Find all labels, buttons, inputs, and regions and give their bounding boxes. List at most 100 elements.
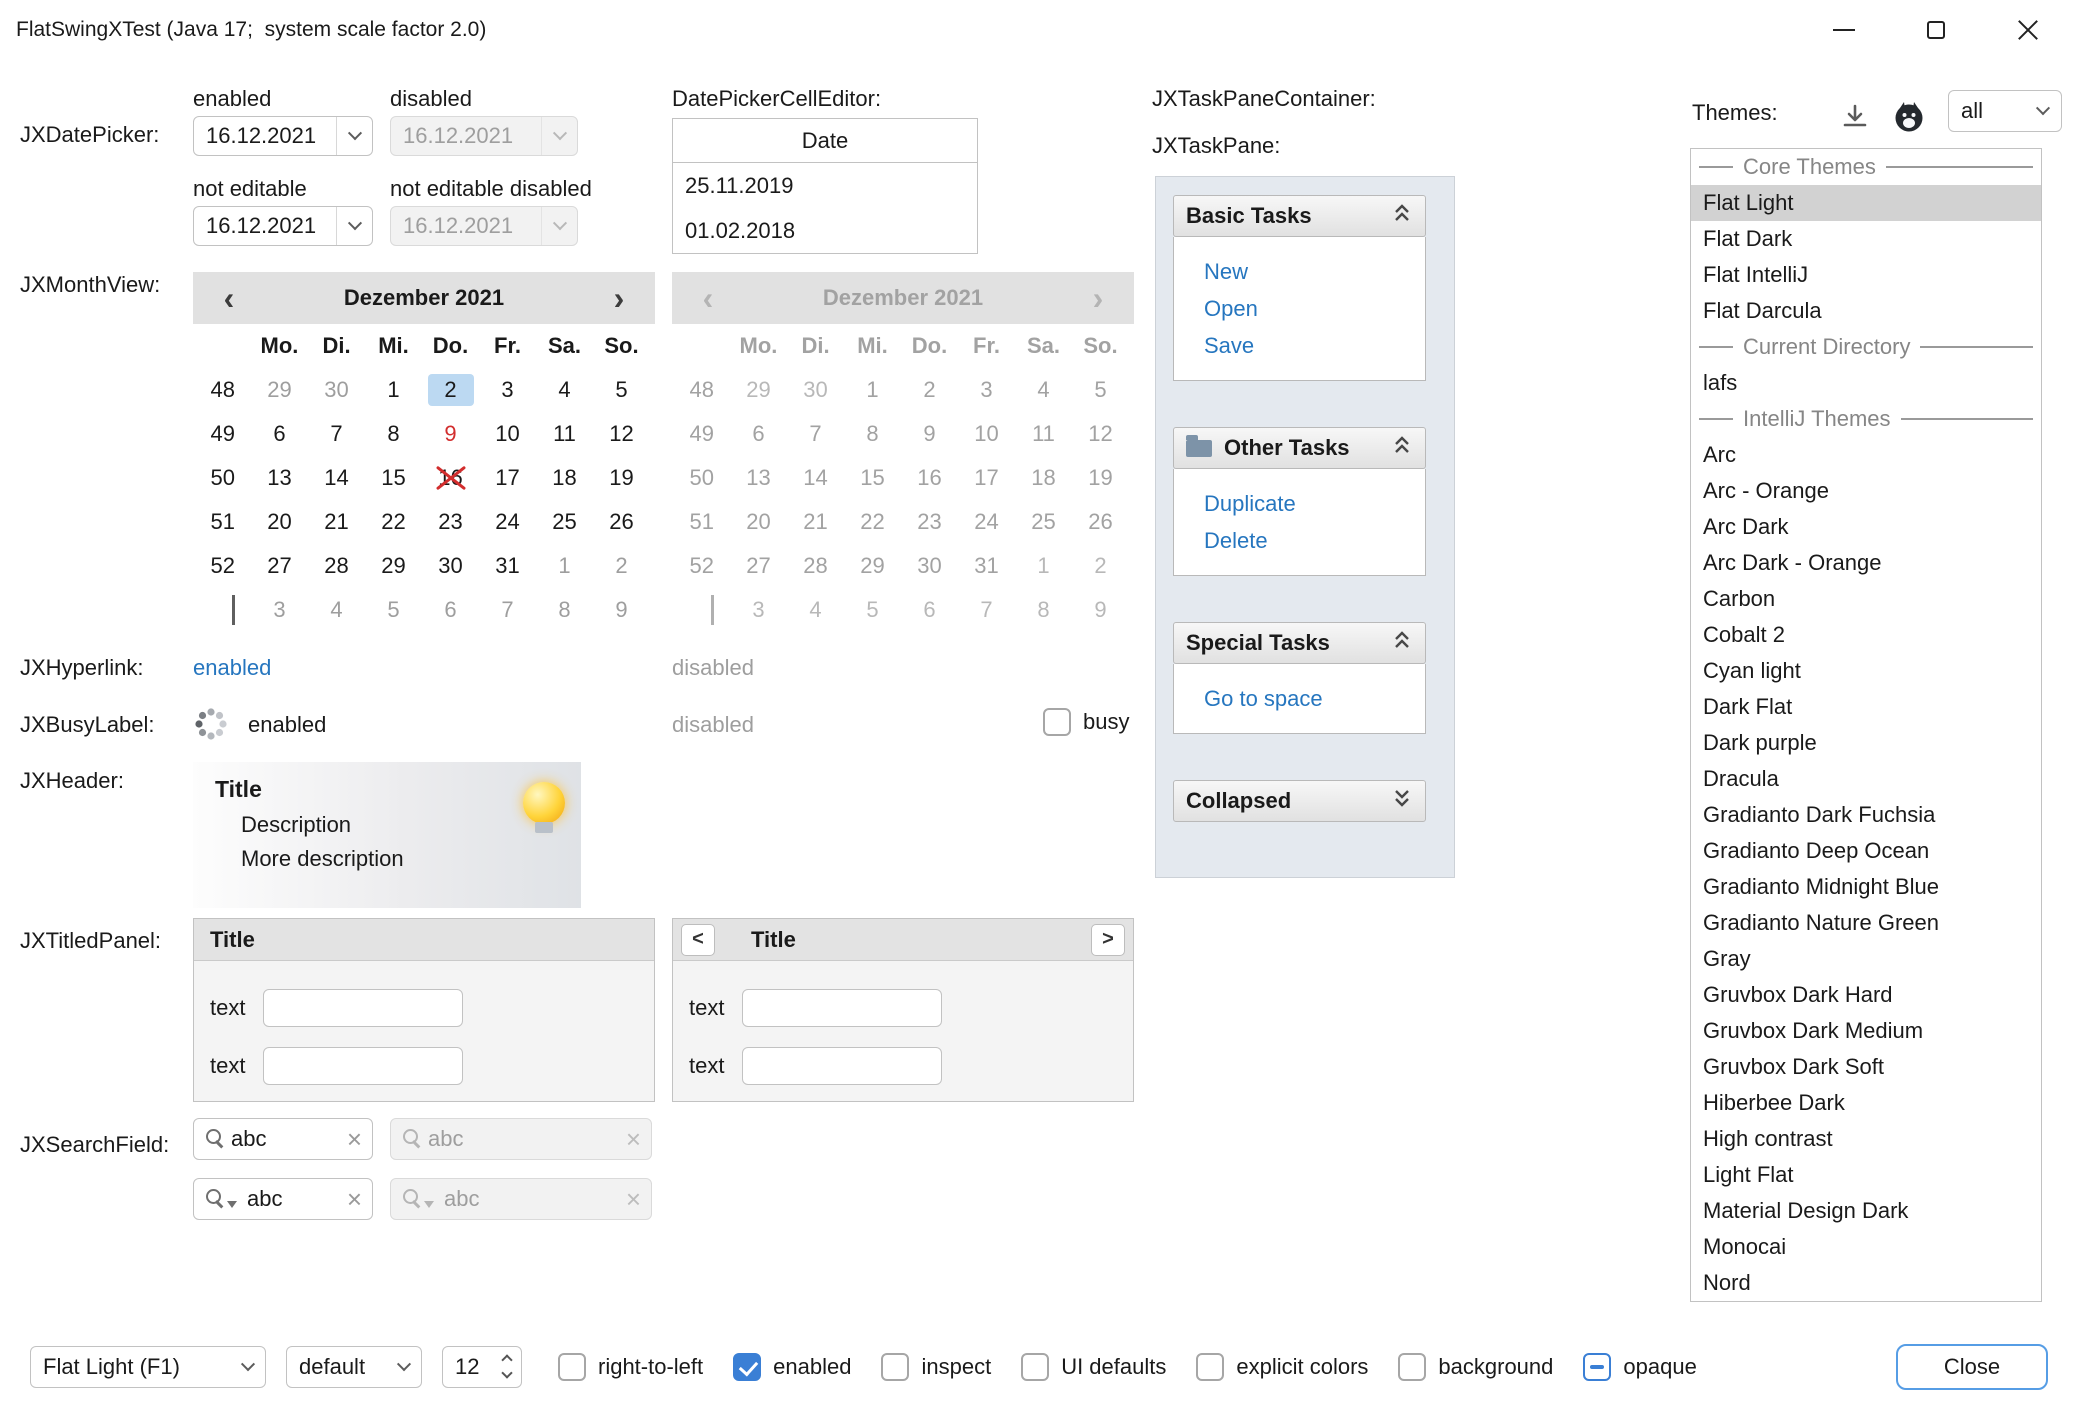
text-input[interactable] — [263, 989, 463, 1027]
download-button[interactable] — [1836, 98, 1874, 136]
calendar-day[interactable]: 21 — [308, 500, 365, 544]
calendar-day[interactable]: 28 — [308, 544, 365, 588]
titledpanel-left-button[interactable]: < — [681, 924, 715, 956]
calendar-day[interactable]: 9 — [593, 588, 650, 632]
calendar-day[interactable]: 5 — [365, 588, 422, 632]
calendar-day[interactable]: 29 — [251, 368, 308, 412]
calendar-day[interactable]: 20 — [251, 500, 308, 544]
calendar-day[interactable]: 29 — [365, 544, 422, 588]
font-combo[interactable]: default — [286, 1346, 422, 1388]
font-size-spinner[interactable]: 12 — [442, 1346, 522, 1388]
calendar-day[interactable]: 6 — [422, 588, 479, 632]
calendar-day[interactable]: 15 — [365, 456, 422, 500]
theme-list-item[interactable]: Monocai — [1691, 1229, 2041, 1265]
calendar-day[interactable]: 27 — [251, 544, 308, 588]
calendar-day[interactable]: 17 — [479, 456, 536, 500]
taskpane-group-header[interactable]: Special Tasks — [1173, 622, 1426, 664]
theme-list-item[interactable]: Flat IntelliJ — [1691, 257, 2041, 293]
theme-list-item[interactable]: Gradianto Deep Ocean — [1691, 833, 2041, 869]
theme-list-item[interactable]: Arc — [1691, 437, 2041, 473]
table-row[interactable]: 25.11.2019 — [673, 163, 977, 208]
calendar-day[interactable]: 12 — [593, 412, 650, 456]
theme-list-item[interactable]: Gruvbox Dark Medium — [1691, 1013, 2041, 1049]
calendar-day[interactable]: 30 — [308, 368, 365, 412]
task-link[interactable]: Open — [1204, 290, 1415, 327]
datepicker-noteditable[interactable]: 16.12.2021 — [193, 206, 373, 246]
calendar-day[interactable]: 3 — [251, 588, 308, 632]
calendar-day[interactable]: 16 — [422, 456, 479, 500]
calendar-day[interactable]: 4 — [536, 368, 593, 412]
taskpane-group-header[interactable]: Collapsed — [1173, 780, 1426, 822]
calendar-day[interactable]: 8 — [365, 412, 422, 456]
taskpane-group-header[interactable]: Other Tasks — [1173, 427, 1426, 469]
text-input[interactable] — [742, 1047, 942, 1085]
minimize-button[interactable] — [1798, 0, 1890, 60]
checkbox-background[interactable]: background — [1398, 1353, 1553, 1381]
task-link[interactable]: New — [1204, 253, 1415, 290]
theme-list-item[interactable]: Dark purple — [1691, 725, 2041, 761]
date-column-header[interactable]: Date — [673, 119, 977, 163]
checkbox-ui-defaults[interactable]: UI defaults — [1021, 1353, 1166, 1381]
theme-list-item[interactable]: Cyan light — [1691, 653, 2041, 689]
theme-list-item[interactable]: Arc Dark — [1691, 509, 2041, 545]
calendar-day[interactable]: 31 — [479, 544, 536, 588]
calendar-day[interactable]: 1 — [365, 368, 422, 412]
datepicker-dropdown-button[interactable] — [336, 207, 372, 245]
spinner-buttons[interactable] — [493, 1347, 521, 1387]
calendar-day[interactable]: 24 — [479, 500, 536, 544]
calendar-day[interactable]: 4 — [308, 588, 365, 632]
task-link[interactable]: Go to space — [1204, 680, 1415, 717]
calendar-day[interactable]: 5 — [593, 368, 650, 412]
theme-list-item[interactable]: Gruvbox Dark Soft — [1691, 1049, 2041, 1085]
calendar-day[interactable]: 22 — [365, 500, 422, 544]
calendar-day[interactable]: 2 — [593, 544, 650, 588]
calendar-day[interactable]: 10 — [479, 412, 536, 456]
searchfield-menu-enabled[interactable]: abc × — [193, 1178, 373, 1220]
theme-list-item[interactable]: Flat Dark — [1691, 221, 2041, 257]
task-link[interactable]: Duplicate — [1204, 485, 1415, 522]
theme-list-item[interactable]: Dracula — [1691, 761, 2041, 797]
calendar-day[interactable]: 6 — [251, 412, 308, 456]
calendar-day[interactable]: 3 — [479, 368, 536, 412]
themes-filter-combo[interactable]: all — [1948, 90, 2062, 132]
datepicker-dropdown-button[interactable] — [336, 117, 372, 155]
calendar-day[interactable]: 19 — [593, 456, 650, 500]
theme-list-item[interactable]: Arc - Orange — [1691, 473, 2041, 509]
calendar-day[interactable]: 9 — [422, 412, 479, 456]
calendar-day[interactable]: 25 — [536, 500, 593, 544]
theme-list-item[interactable]: Gruvbox Dark Hard — [1691, 977, 2041, 1013]
task-link[interactable]: Save — [1204, 327, 1415, 364]
theme-list-item[interactable]: Dark Flat — [1691, 689, 2041, 725]
checkbox-inspect[interactable]: inspect — [881, 1353, 991, 1381]
calendar-day[interactable]: 1 — [536, 544, 593, 588]
calendar-day[interactable]: 7 — [308, 412, 365, 456]
checkbox-right-to-left[interactable]: right-to-left — [558, 1353, 703, 1381]
maximize-button[interactable] — [1890, 0, 1982, 60]
calendar-day[interactable]: 2 — [422, 368, 479, 412]
calendar-day[interactable]: 23 — [422, 500, 479, 544]
searchfield-enabled[interactable]: abc × — [193, 1118, 373, 1160]
table-row[interactable]: 01.02.2018 — [673, 208, 977, 253]
theme-list-item[interactable]: Arc Dark - Orange — [1691, 545, 2041, 581]
theme-list-item[interactable]: Gray — [1691, 941, 2041, 977]
hyperlink-enabled[interactable]: enabled — [193, 655, 271, 681]
calendar-day[interactable]: 14 — [308, 456, 365, 500]
close-button[interactable]: Close — [1896, 1344, 2048, 1390]
busy-checkbox[interactable]: busy — [1043, 708, 1129, 736]
theme-list-item[interactable]: Flat Light — [1691, 185, 2041, 221]
calendar-day[interactable]: 18 — [536, 456, 593, 500]
theme-list-item[interactable]: High contrast — [1691, 1121, 2041, 1157]
taskpane-group-header[interactable]: Basic Tasks — [1173, 195, 1426, 237]
checkbox-opaque[interactable]: opaque — [1583, 1353, 1696, 1381]
clear-search-icon[interactable]: × — [347, 1126, 362, 1152]
theme-list-item[interactable]: lafs — [1691, 365, 2041, 401]
datepicker-enabled[interactable]: 16.12.2021 — [193, 116, 373, 156]
checkbox-explicit-colors[interactable]: explicit colors — [1196, 1353, 1368, 1381]
theme-list-item[interactable]: Cobalt 2 — [1691, 617, 2041, 653]
theme-list-item[interactable]: Hiberbee Dark — [1691, 1085, 2041, 1121]
clear-search-icon[interactable]: × — [347, 1186, 362, 1212]
calendar-day[interactable]: 11 — [536, 412, 593, 456]
text-input[interactable] — [742, 989, 942, 1027]
checkbox-enabled[interactable]: enabled — [733, 1353, 851, 1381]
theme-list-item[interactable]: Flat Darcula — [1691, 293, 2041, 329]
